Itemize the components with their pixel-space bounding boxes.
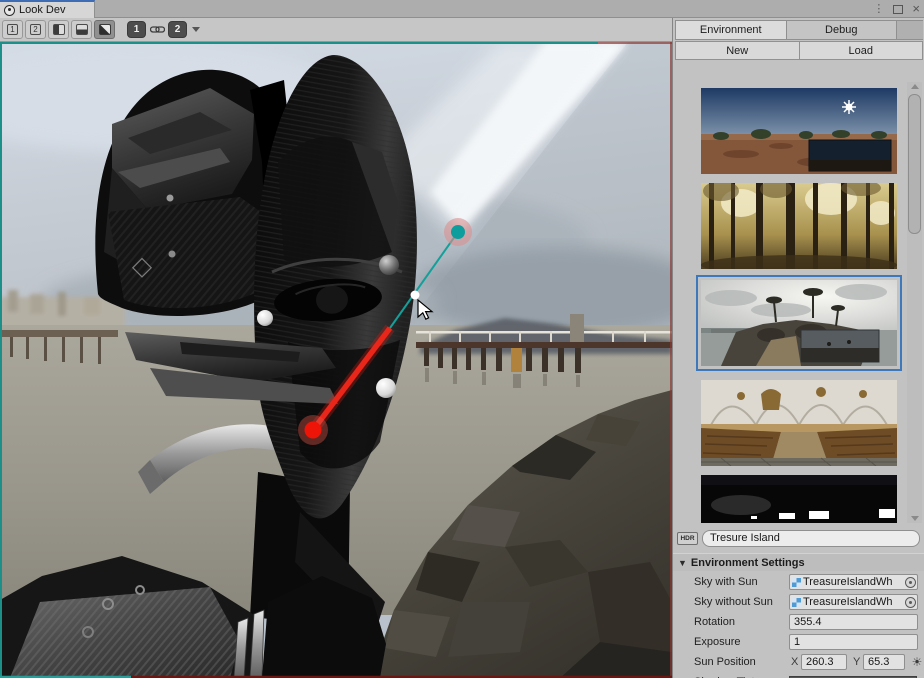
scroll-down-arrow[interactable] xyxy=(908,514,921,523)
look-dev-tab[interactable]: Look Dev xyxy=(0,0,95,18)
single-view-2-button[interactable]: 2 xyxy=(25,20,46,39)
window-title: Look Dev xyxy=(19,4,65,16)
lookdev-toolbar: 1 2 1 2 xyxy=(0,18,672,42)
split-view-button[interactable] xyxy=(94,20,115,39)
environment-settings-foldout[interactable]: ▼ Environment Settings xyxy=(673,553,924,571)
env-thumbnail-outback[interactable] xyxy=(701,88,897,174)
environment-list: + − xyxy=(673,62,924,523)
rotation-field[interactable]: 355.4 xyxy=(789,614,918,630)
lookdev-viewport[interactable] xyxy=(0,42,672,678)
gizmo-handle-teal[interactable] xyxy=(451,225,465,239)
camera-options-dropdown[interactable] xyxy=(189,21,203,38)
scroll-up-arrow[interactable] xyxy=(908,82,921,91)
env-thumbnail-treasure-island[interactable] xyxy=(701,280,897,366)
exposure-label: Exposure xyxy=(694,636,740,648)
new-button[interactable]: New xyxy=(675,41,800,60)
single-view-1-button[interactable]: 1 xyxy=(2,20,23,39)
maximize-icon[interactable] xyxy=(893,5,903,14)
rotation-label: Rotation xyxy=(694,616,735,628)
split-vertical-icon xyxy=(53,24,65,35)
top-bottom-view-button[interactable] xyxy=(71,20,92,39)
sun-y-field[interactable]: 65.3 xyxy=(863,654,905,670)
env-thumbnail-church[interactable] xyxy=(701,380,897,466)
chevron-down-icon xyxy=(192,27,200,32)
exposure-field[interactable]: 1 xyxy=(789,634,918,650)
sky-with-sun-label: Sky with Sun xyxy=(694,576,758,588)
chrome-stud-bright xyxy=(257,310,273,326)
cubemap-icon xyxy=(792,598,801,607)
sun-x-field[interactable]: 260.3 xyxy=(801,654,847,670)
tab-environment[interactable]: Environment xyxy=(675,20,787,40)
sun-y-axis-label: Y xyxy=(853,656,860,668)
scrollbar-thumb[interactable] xyxy=(908,94,921,234)
object-picker-icon[interactable] xyxy=(905,597,916,608)
object-picker-icon[interactable] xyxy=(905,577,916,588)
chrome-stud-lower xyxy=(376,378,396,398)
environment-name-field[interactable]: Tresure Island xyxy=(702,530,920,547)
sun-x-axis-label: X xyxy=(791,656,798,668)
window-titlebar: Look Dev ⋮ × xyxy=(0,0,924,18)
link-cameras-button[interactable] xyxy=(148,21,166,38)
env-thumbnail-night[interactable] xyxy=(701,475,897,523)
viewport-render xyxy=(0,42,672,678)
split-horizontal-icon xyxy=(76,24,88,35)
window-menu-icon[interactable]: ⋮ xyxy=(873,4,884,14)
link-icon xyxy=(150,24,165,35)
gizmo-handle-center[interactable] xyxy=(411,291,420,300)
load-button[interactable]: Load xyxy=(800,41,924,60)
look-dev-eye-icon xyxy=(4,5,15,16)
sky-with-sun-field[interactable]: TreasureIslandWh xyxy=(789,574,918,590)
foldout-triangle-icon: ▼ xyxy=(678,558,687,568)
env-thumbnail-forest[interactable] xyxy=(701,183,897,269)
tab-debug[interactable]: Debug xyxy=(787,20,898,40)
split-diagonal-icon xyxy=(99,24,111,35)
camera-2-button[interactable]: 2 xyxy=(168,21,187,38)
close-icon[interactable]: × xyxy=(912,3,920,15)
sun-position-label: Sun Position xyxy=(694,656,756,668)
gizmo-handle-red[interactable] xyxy=(305,422,322,439)
env-list-scrollbar[interactable] xyxy=(907,82,922,523)
environment-panel: Environment Debug New Load xyxy=(672,18,924,678)
chrome-stud-upper xyxy=(379,255,399,275)
sky-without-sun-field[interactable]: TreasureIslandWh xyxy=(789,594,918,610)
environment-settings-title: Environment Settings xyxy=(691,557,805,569)
camera-1-button[interactable]: 1 xyxy=(127,21,146,38)
sun-picker-icon[interactable]: ☀ xyxy=(910,655,924,669)
hdr-badge: HDR xyxy=(677,532,698,545)
cubemap-icon xyxy=(792,578,801,587)
side-by-side-view-button[interactable] xyxy=(48,20,69,39)
sky-without-sun-label: Sky without Sun xyxy=(694,596,773,608)
panel-tab-bar: Environment Debug xyxy=(675,20,923,40)
